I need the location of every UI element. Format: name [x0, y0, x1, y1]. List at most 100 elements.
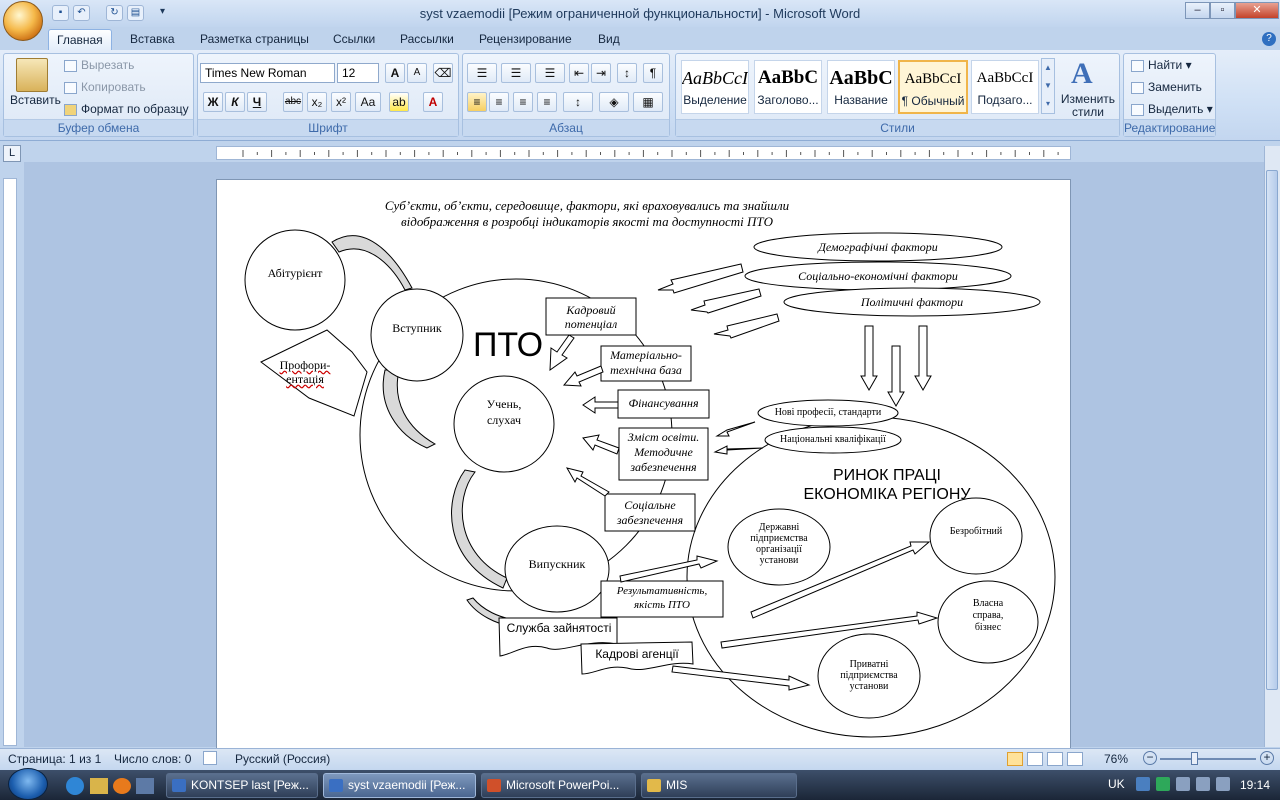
bold-button[interactable]: Ж — [203, 92, 223, 112]
style-normal[interactable]: AaBbCcI ¶ Обычный — [898, 60, 968, 114]
task-kontsep[interactable]: KONTSEP last [Реж... — [166, 773, 318, 798]
horizontal-ruler[interactable] — [216, 146, 1071, 160]
decrease-indent-icon[interactable]: ⇤ — [569, 63, 589, 83]
tray-icon[interactable] — [1176, 777, 1190, 791]
change-case-button[interactable]: Aa — [355, 92, 381, 112]
tab-page-layout[interactable]: Разметка страницы — [192, 29, 317, 49]
arrow-down-2 — [887, 345, 905, 408]
paragraph-group-label: Абзац — [463, 119, 669, 136]
style-subtitle[interactable]: AaBbCcI Подзаго... — [971, 60, 1039, 114]
style-title[interactable]: AaBbC Название — [827, 60, 895, 114]
task-powerpoint[interactable]: Microsoft PowerPoi... — [481, 773, 636, 798]
help-icon[interactable]: ? — [1262, 32, 1276, 46]
align-left-icon[interactable]: ≡ — [467, 92, 487, 112]
strike-button[interactable]: abc — [283, 92, 303, 112]
print-layout-icon[interactable] — [1007, 752, 1023, 766]
zoom-level[interactable]: 76% — [1104, 752, 1128, 766]
scroll-thumb[interactable] — [1266, 170, 1278, 690]
close-button[interactable]: ✕ — [1235, 2, 1279, 19]
keyboard-layout[interactable]: UK — [1108, 777, 1125, 791]
change-styles-icon[interactable]: A — [1071, 57, 1093, 91]
pto-label: ПТО — [472, 326, 544, 364]
copy-label: Копировать — [81, 80, 146, 94]
format-painter-button[interactable]: Формат по образцу — [64, 102, 189, 116]
style-emphasis[interactable]: AaBbCcI Выделение — [681, 60, 749, 114]
underline-button[interactable]: Ч — [247, 92, 267, 112]
outline-icon[interactable] — [1067, 752, 1083, 766]
network-icon[interactable] — [1196, 777, 1210, 791]
tray-icon[interactable] — [1156, 777, 1170, 791]
replace-button[interactable]: Заменить — [1131, 80, 1202, 94]
web-layout-icon[interactable] — [1047, 752, 1063, 766]
tab-insert[interactable]: Вставка — [122, 29, 183, 49]
zoom-slider[interactable] — [1160, 758, 1256, 760]
tray-icon[interactable] — [1136, 777, 1150, 791]
tab-references[interactable]: Ссылки — [325, 29, 383, 49]
bullets-icon[interactable]: ☰ — [467, 63, 497, 83]
numbering-icon[interactable]: ☰ — [501, 63, 531, 83]
arrow-political — [713, 313, 780, 339]
change-styles-button[interactable]: Изменить стили — [1060, 93, 1116, 119]
maximize-button[interactable]: ▫ — [1210, 2, 1235, 19]
clear-format-button[interactable]: ⌫ — [433, 63, 453, 83]
font-color-icon[interactable]: A — [423, 92, 443, 112]
vertical-ruler[interactable] — [3, 178, 17, 746]
align-right-icon[interactable]: ≡ — [513, 92, 533, 112]
paste-button[interactable]: Вставить — [10, 93, 61, 107]
powerpoint-icon — [487, 779, 501, 792]
justify-icon[interactable]: ≡ — [537, 92, 557, 112]
zoom-in-icon[interactable]: + — [1260, 751, 1274, 765]
proofing-icon[interactable] — [203, 751, 217, 765]
tab-review[interactable]: Рецензирование — [471, 29, 580, 49]
ie-icon[interactable] — [66, 777, 84, 795]
media-icon[interactable] — [113, 778, 131, 794]
highlight-icon[interactable]: ab — [389, 92, 409, 112]
style-heading[interactable]: AaBbC Заголово... — [754, 60, 822, 114]
tab-selector[interactable]: L — [3, 145, 21, 162]
status-words[interactable]: Число слов: 0 — [114, 752, 191, 766]
style-sample: AaBbC — [757, 67, 819, 88]
find-button[interactable]: Найти ▾ — [1131, 58, 1192, 72]
start-button[interactable] — [8, 768, 48, 800]
copy-button[interactable]: Копировать — [64, 80, 146, 94]
line-spacing-icon[interactable]: ↕ — [563, 92, 593, 112]
task-syst[interactable]: syst vzaemodii [Реж... — [323, 773, 476, 798]
clock[interactable]: 19:14 — [1240, 778, 1270, 792]
task-mis[interactable]: MIS — [641, 773, 797, 798]
zoom-out-icon[interactable]: − — [1143, 751, 1157, 765]
align-center-icon[interactable]: ≡ — [489, 92, 509, 112]
subscript-button[interactable]: x₂ — [307, 92, 327, 112]
superscript-button[interactable]: x² — [331, 92, 351, 112]
increase-indent-icon[interactable]: ⇥ — [591, 63, 611, 83]
replace-label: Заменить — [1148, 80, 1202, 94]
shrink-font-button[interactable]: A — [407, 63, 427, 83]
font-name-combo[interactable]: Times New Roman — [200, 63, 335, 83]
social-label-2: забезпечення — [616, 513, 684, 527]
full-screen-icon[interactable] — [1027, 752, 1043, 766]
status-page[interactable]: Страница: 1 из 1 — [8, 752, 101, 766]
minimize-button[interactable]: – — [1185, 2, 1210, 19]
desktop-icon[interactable] — [136, 778, 154, 794]
select-button[interactable]: Выделить ▾ — [1131, 102, 1213, 116]
political-label: Політичні фактори — [860, 295, 964, 309]
folder-icon[interactable] — [90, 778, 108, 794]
shading-icon[interactable]: ◈ — [599, 92, 629, 112]
zoom-slider-thumb[interactable] — [1191, 752, 1198, 765]
borders-icon[interactable]: ▦ — [633, 92, 663, 112]
status-language[interactable]: Русский (Россия) — [235, 752, 330, 766]
sort-icon[interactable]: ↕ — [617, 63, 637, 83]
volume-icon[interactable] — [1216, 777, 1230, 791]
tab-mailings[interactable]: Рассылки — [392, 29, 462, 49]
font-size-combo[interactable]: 12 — [337, 63, 379, 83]
italic-button[interactable]: К — [225, 92, 245, 112]
cut-button[interactable]: Вырезать — [64, 58, 134, 72]
grow-font-button[interactable]: A — [385, 63, 405, 83]
copy-icon — [64, 81, 77, 94]
tab-view[interactable]: Вид — [590, 29, 628, 49]
paste-icon[interactable] — [16, 58, 48, 92]
document-page[interactable]: Суб’єкти, об’єкти, середовище, фактори, … — [216, 179, 1071, 749]
styles-scroll[interactable]: ▲ ▼ ▾ — [1041, 58, 1055, 114]
tab-home[interactable]: Главная — [48, 29, 112, 50]
pilcrow-icon[interactable]: ¶ — [643, 63, 663, 83]
multilevel-list-icon[interactable]: ☰ — [535, 63, 565, 83]
